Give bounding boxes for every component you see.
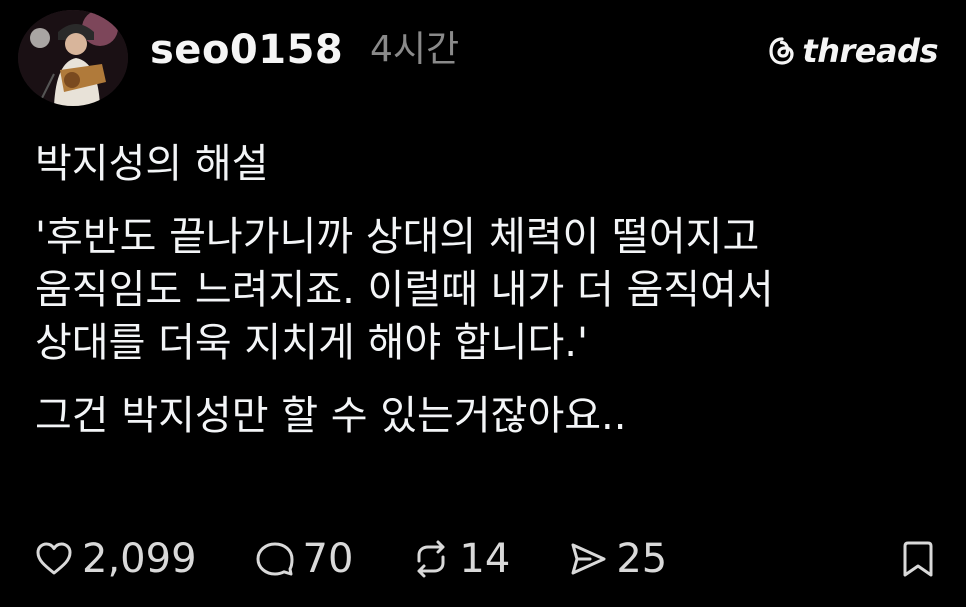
bookmark-button[interactable] (898, 537, 938, 585)
post-paragraph-3: 그건 박지성만 할 수 있는거잖아요.. (35, 393, 627, 439)
post-time: 4시간 (370, 29, 460, 70)
share-count: 25 (616, 536, 668, 582)
comment-icon (256, 542, 294, 576)
like-button[interactable]: 2,099 (32, 537, 197, 581)
repost-icon (417, 540, 445, 578)
bookmark-icon (903, 541, 933, 577)
like-count: 2,099 (82, 536, 197, 582)
share-icon (571, 543, 606, 575)
brand-name: threads (802, 32, 938, 70)
post-content: 박지성의 해설 '후반도 끝나가니까 상대의 체력이 떨어지고 움직임도 느려지… (35, 138, 945, 463)
post-paragraph-2: '후반도 끝나가니까 상대의 체력이 떨어지고 움직임도 느려지죠. 이럴때 내… (35, 214, 774, 366)
avatar[interactable] (18, 10, 128, 106)
threads-logo-icon (769, 37, 794, 65)
username[interactable]: seo0158 (150, 20, 343, 80)
repost-count: 14 (459, 536, 511, 582)
comment-button[interactable]: 70 (253, 536, 354, 582)
heart-icon (36, 542, 72, 575)
comment-count: 70 (302, 536, 354, 582)
post-actions: 2,099 70 14 25 (32, 533, 938, 585)
thread-post: seo0158 4시간 threads 박지성의 해설 '후반도 끝나가니까 상… (0, 0, 966, 607)
share-button[interactable]: 25 (566, 537, 667, 581)
threads-brand: threads (766, 31, 938, 71)
avatar-image (18, 10, 128, 106)
repost-button[interactable]: 14 (409, 537, 510, 581)
post-paragraph-1: 박지성의 해설 (35, 141, 269, 187)
